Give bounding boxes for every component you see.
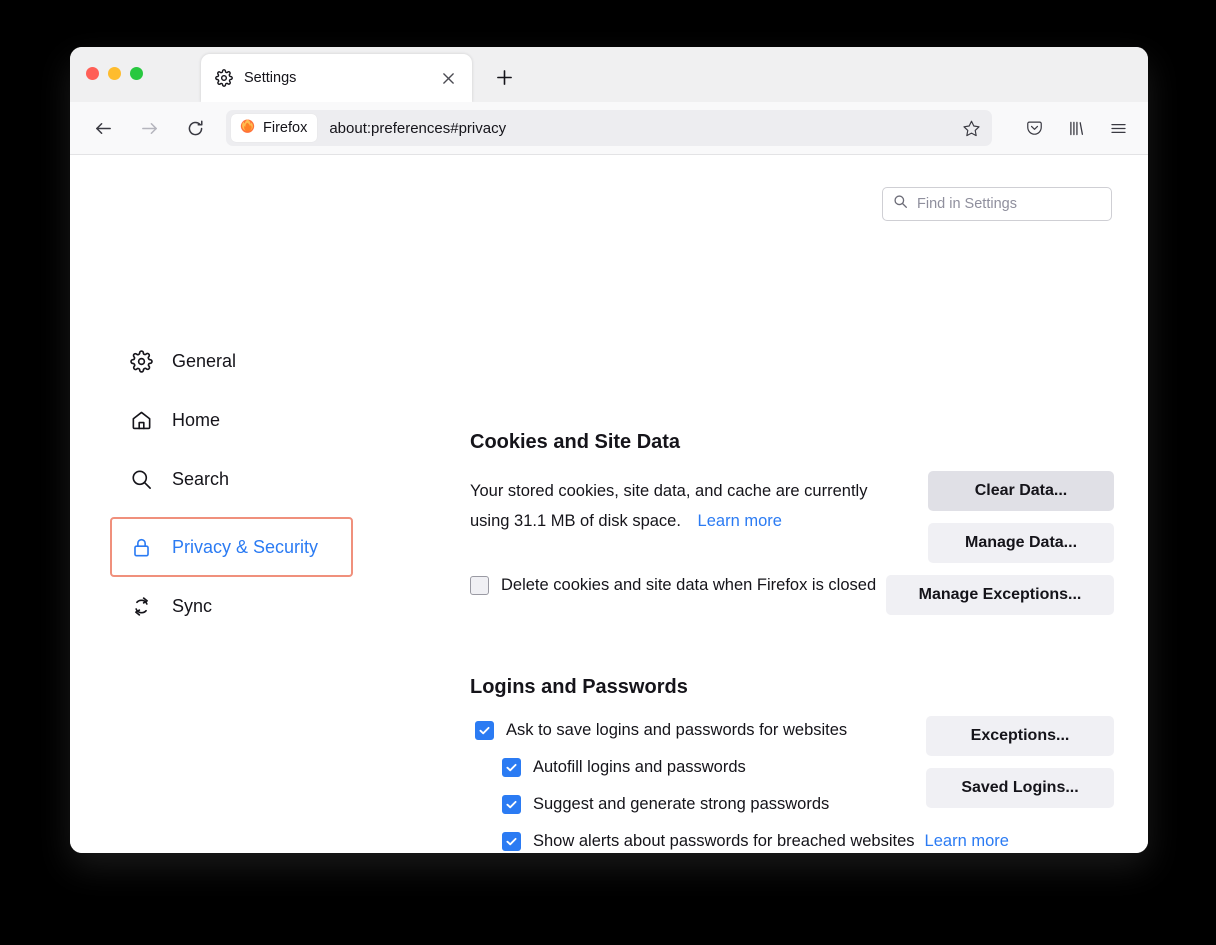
back-arrow-icon[interactable] xyxy=(86,111,120,145)
breach-alerts-learn-more-link[interactable]: Learn more xyxy=(925,832,1009,851)
sidebar-item-label: Privacy & Security xyxy=(172,536,319,557)
sidebar-item-sync[interactable]: Sync xyxy=(112,585,402,627)
sidebar-item-search[interactable]: Search xyxy=(112,458,402,500)
identity-chip[interactable]: Firefox xyxy=(231,114,318,142)
window-close-button[interactable] xyxy=(86,67,99,80)
close-icon[interactable] xyxy=(438,68,458,88)
lock-icon xyxy=(128,534,154,560)
browser-window: Settings Firefox about:preferences#priva… xyxy=(70,47,1148,853)
autofill-logins-label: Autofill logins and passwords xyxy=(533,758,746,776)
autofill-logins-checkbox[interactable] xyxy=(502,758,521,777)
window-maximize-button[interactable] xyxy=(130,67,143,80)
url-bar[interactable]: Firefox about:preferences#privacy xyxy=(226,110,992,146)
settings-sidebar: General Home Search Privacy & Security S… xyxy=(110,340,402,644)
sidebar-item-label: Home xyxy=(172,409,221,430)
sidebar-item-general[interactable]: General xyxy=(112,340,402,382)
suggest-strong-passwords-label: Suggest and generate strong passwords xyxy=(533,795,830,813)
tab-settings[interactable]: Settings xyxy=(201,54,472,102)
ask-to-save-logins-checkbox[interactable] xyxy=(475,721,494,740)
ask-to-save-logins-label: Ask to save logins and passwords for web… xyxy=(506,721,848,739)
exceptions-button[interactable]: Exceptions... xyxy=(926,716,1114,756)
delete-cookies-on-close-label: Delete cookies and site data when Firefo… xyxy=(501,576,877,594)
tab-title: Settings xyxy=(244,70,297,86)
window-minimize-button[interactable] xyxy=(108,67,121,80)
breach-alerts-checkbox[interactable] xyxy=(502,832,521,851)
sync-icon xyxy=(128,593,154,619)
pocket-icon[interactable] xyxy=(1018,112,1050,144)
breach-alerts-row[interactable]: Show alerts about passwords for breached… xyxy=(502,832,1114,851)
section-title-logins: Logins and Passwords xyxy=(470,676,688,698)
library-icon[interactable] xyxy=(1060,112,1092,144)
settings-page: Find in Settings General Home Search Pri… xyxy=(70,155,1148,853)
tab-strip: Settings xyxy=(70,47,1148,102)
gear-icon xyxy=(215,69,233,87)
search-placeholder: Find in Settings xyxy=(917,196,1017,212)
cookies-and-site-data-section: Cookies and Site Data Your stored cookie… xyxy=(470,431,1114,595)
suggest-strong-passwords-checkbox[interactable] xyxy=(502,795,521,814)
cookies-description: Your stored cookies, site data, and cach… xyxy=(470,476,940,536)
firefox-logo-icon xyxy=(239,117,256,139)
sidebar-item-label: General xyxy=(172,350,237,371)
clear-data-button[interactable]: Clear Data... xyxy=(928,471,1114,511)
sidebar-item-privacy-security[interactable]: Privacy & Security xyxy=(110,517,353,577)
search-icon xyxy=(128,466,154,492)
gear-icon xyxy=(128,348,154,374)
identity-chip-label: Firefox xyxy=(263,120,308,136)
window-traffic-lights xyxy=(86,67,143,80)
forward-arrow-icon[interactable] xyxy=(132,111,166,145)
url-text[interactable]: about:preferences#privacy xyxy=(329,120,956,137)
reload-icon[interactable] xyxy=(178,111,212,145)
delete-cookies-on-close-checkbox[interactable] xyxy=(470,576,489,595)
menu-icon[interactable] xyxy=(1102,112,1134,144)
cookies-description-line1: Your stored cookies, site data, and cach… xyxy=(470,482,868,500)
logins-and-passwords-section: Logins and Passwords Ask to save logins … xyxy=(470,676,1114,853)
sidebar-item-label: Search xyxy=(172,468,230,489)
find-in-settings-wrapper: Find in Settings xyxy=(882,187,1112,221)
new-tab-button[interactable] xyxy=(489,62,519,92)
navigation-toolbar: Firefox about:preferences#privacy xyxy=(70,102,1148,155)
sidebar-item-label: Sync xyxy=(172,595,213,616)
sidebar-item-home[interactable]: Home xyxy=(112,399,402,441)
cookies-description-line2: using 31.1 MB of disk space. xyxy=(470,512,681,530)
manage-exceptions-button[interactable]: Manage Exceptions... xyxy=(886,575,1114,615)
settings-main-content: Cookies and Site Data Your stored cookie… xyxy=(404,355,1114,853)
home-icon xyxy=(128,407,154,433)
cookies-learn-more-link[interactable]: Learn more xyxy=(698,512,782,530)
search-icon xyxy=(893,194,908,214)
search-input[interactable]: Find in Settings xyxy=(882,187,1112,221)
manage-data-button[interactable]: Manage Data... xyxy=(928,523,1114,563)
breach-alerts-label: Show alerts about passwords for breached… xyxy=(533,832,915,850)
saved-logins-button[interactable]: Saved Logins... xyxy=(926,768,1114,808)
section-title-cookies: Cookies and Site Data xyxy=(470,431,681,453)
bookmark-star-icon[interactable] xyxy=(956,113,986,143)
